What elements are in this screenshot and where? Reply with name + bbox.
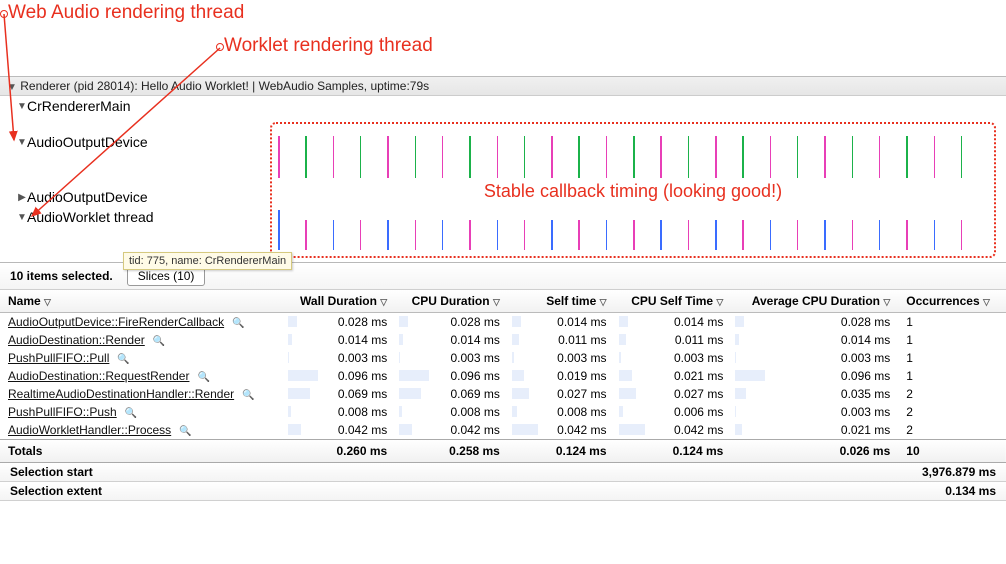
col-self[interactable]: Self time ▽ bbox=[508, 290, 615, 313]
thread-row-main[interactable]: ▼ CrRendererMain bbox=[0, 96, 270, 116]
selection-start-label: Selection start bbox=[10, 465, 93, 479]
search-icon[interactable]: 🔍 bbox=[117, 354, 129, 365]
totals-row: Totals0.260 ms0.258 ms0.124 ms0.124 ms0.… bbox=[0, 440, 1006, 463]
annotation-overlay: Web Audio rendering thread Worklet rende… bbox=[0, 0, 1006, 76]
waveform-bottom bbox=[278, 206, 988, 250]
table-row[interactable]: AudioWorkletHandler::Process🔍0.042 ms0.0… bbox=[0, 421, 1006, 440]
table-row[interactable]: AudioDestination::Render🔍0.014 ms0.014 m… bbox=[0, 331, 1006, 349]
annotation-worklet: Worklet rendering thread bbox=[224, 35, 433, 56]
slice-link[interactable]: PushPullFIFO::Pull bbox=[8, 351, 109, 365]
slice-link[interactable]: RealtimeAudioDestinationHandler::Render bbox=[8, 387, 234, 401]
callout-stable-timing: Stable callback timing (looking good!) bbox=[270, 122, 996, 258]
slice-link[interactable]: PushPullFIFO::Push bbox=[8, 405, 117, 419]
selection-extent-label: Selection extent bbox=[10, 484, 102, 498]
search-icon[interactable]: 🔍 bbox=[232, 318, 244, 329]
col-occ[interactable]: Occurrences ▽ bbox=[898, 290, 1006, 313]
slice-link[interactable]: AudioWorkletHandler::Process bbox=[8, 423, 171, 437]
thread-row-aod2[interactable]: ▶ AudioOutputDevice bbox=[0, 187, 270, 207]
table-row[interactable]: AudioDestination::RequestRender🔍0.096 ms… bbox=[0, 367, 1006, 385]
slice-link[interactable]: AudioOutputDevice::FireRenderCallback bbox=[8, 315, 224, 329]
thread-row-aod1[interactable]: ▼ AudioOutputDevice bbox=[0, 132, 270, 152]
thread-row-worklet[interactable]: ▼ AudioWorklet thread bbox=[0, 207, 270, 227]
search-icon[interactable]: 🔍 bbox=[242, 390, 254, 401]
col-wall[interactable]: Wall Duration ▽ bbox=[284, 290, 395, 313]
search-icon[interactable]: 🔍 bbox=[179, 426, 191, 437]
waveform-top bbox=[278, 130, 988, 178]
selection-extent-value: 0.134 ms bbox=[945, 484, 996, 498]
slice-link[interactable]: AudioDestination::RequestRender bbox=[8, 369, 189, 383]
selection-count: 10 items selected. bbox=[10, 269, 113, 283]
table-row[interactable]: PushPullFIFO::Pull🔍0.003 ms0.003 ms0.003… bbox=[0, 349, 1006, 367]
table-row[interactable]: PushPullFIFO::Push🔍0.008 ms0.008 ms0.008… bbox=[0, 403, 1006, 421]
thread-tooltip: tid: 775, name: CrRendererMain bbox=[123, 252, 292, 270]
search-icon[interactable]: 🔍 bbox=[197, 372, 209, 383]
col-cpu[interactable]: CPU Duration ▽ bbox=[395, 290, 508, 313]
selection-start-value: 3,976.879 ms bbox=[922, 465, 996, 479]
col-cpuself[interactable]: CPU Self Time ▽ bbox=[615, 290, 732, 313]
table-row[interactable]: AudioOutputDevice::FireRenderCallback🔍0.… bbox=[0, 313, 1006, 332]
search-icon[interactable]: 🔍 bbox=[153, 336, 165, 347]
slice-link[interactable]: AudioDestination::Render bbox=[8, 333, 145, 347]
col-avg[interactable]: Average CPU Duration ▽ bbox=[731, 290, 898, 313]
table-row[interactable]: RealtimeAudioDestinationHandler::Render 🔍… bbox=[0, 385, 1006, 403]
col-name[interactable]: Name ▽ bbox=[0, 290, 284, 313]
process-header[interactable]: ▼ Renderer (pid 28014): Hello Audio Work… bbox=[0, 76, 1006, 96]
annotation-webaudio: Web Audio rendering thread bbox=[8, 2, 244, 23]
search-icon[interactable]: 🔍 bbox=[125, 408, 137, 419]
slices-table: Name ▽ Wall Duration ▽ CPU Duration ▽ Se… bbox=[0, 290, 1006, 462]
